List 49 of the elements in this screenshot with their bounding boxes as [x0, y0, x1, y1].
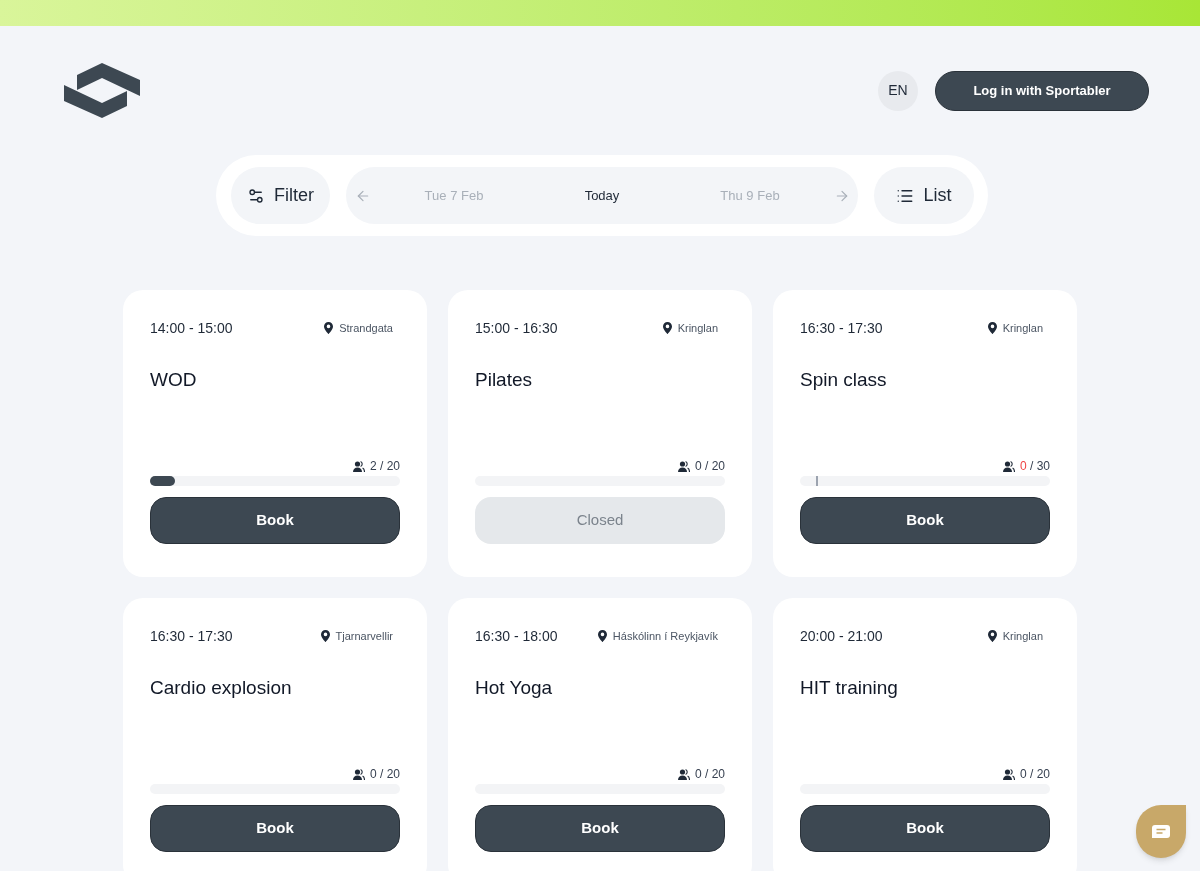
book-button[interactable]: Book: [475, 805, 725, 852]
map-pin-icon: [987, 630, 997, 642]
chat-icon: [1152, 825, 1170, 838]
location-label: Kringlan: [1002, 320, 1043, 336]
location-label: Strandgata: [339, 320, 393, 336]
attendee-count: 0 / 20: [369, 766, 400, 783]
location-label: Tjarnarvellir: [335, 628, 393, 644]
people-icon: [677, 768, 690, 780]
people-icon: [352, 768, 365, 780]
attendee-count: 0 / 20: [694, 458, 725, 475]
class-time: 16:30 - 17:30: [800, 318, 883, 338]
class-title: WOD: [150, 369, 197, 390]
attendee-count: 2 / 20: [369, 458, 400, 475]
class-title: Cardio explosion: [150, 677, 292, 698]
book-button[interactable]: Book: [800, 805, 1050, 852]
class-time: 20:00 - 21:00: [800, 626, 883, 646]
class-title: Spin class: [800, 369, 887, 390]
class-time: 15:00 - 16:30: [475, 318, 558, 338]
map-pin-icon: [987, 322, 997, 334]
map-pin-icon: [324, 322, 334, 334]
people-icon: [1002, 460, 1015, 472]
class-title: HIT training: [800, 677, 898, 698]
class-time: 16:30 - 17:30: [150, 626, 233, 646]
date-tab[interactable]: Today: [537, 185, 667, 206]
attendee-count: 0 / 20: [694, 766, 725, 783]
class-title: Pilates: [475, 369, 533, 390]
people-icon: [677, 460, 690, 472]
book-button[interactable]: Book: [800, 497, 1050, 544]
filter-icon: [247, 186, 265, 205]
class-time: 14:00 - 15:00: [150, 318, 233, 338]
location-label: Kringlan: [1002, 628, 1043, 644]
map-pin-icon: [597, 630, 607, 642]
map-pin-icon: [662, 322, 672, 334]
class-title: Hot Yoga: [475, 677, 553, 698]
book-button[interactable]: Book: [150, 805, 400, 852]
list-view-button[interactable]: List: [874, 167, 974, 224]
attendee-count: 0 / 30: [1019, 458, 1050, 475]
class-time: 16:30 - 18:00: [475, 626, 558, 646]
attendee-count: 0 / 20: [1019, 766, 1050, 783]
filter-button[interactable]: Filter: [231, 167, 330, 224]
people-icon: [1002, 768, 1015, 780]
login-button[interactable]: Log in with Sportabler: [935, 70, 1149, 111]
location-label: Kringlan: [677, 320, 718, 336]
map-pin-icon: [320, 630, 330, 642]
people-icon: [352, 460, 365, 472]
language-button[interactable]: EN: [878, 70, 918, 111]
book-button[interactable]: Book: [150, 497, 400, 544]
location-label: Háskólinn í Reykjavík: [612, 628, 718, 644]
chat-button[interactable]: [1136, 805, 1186, 858]
